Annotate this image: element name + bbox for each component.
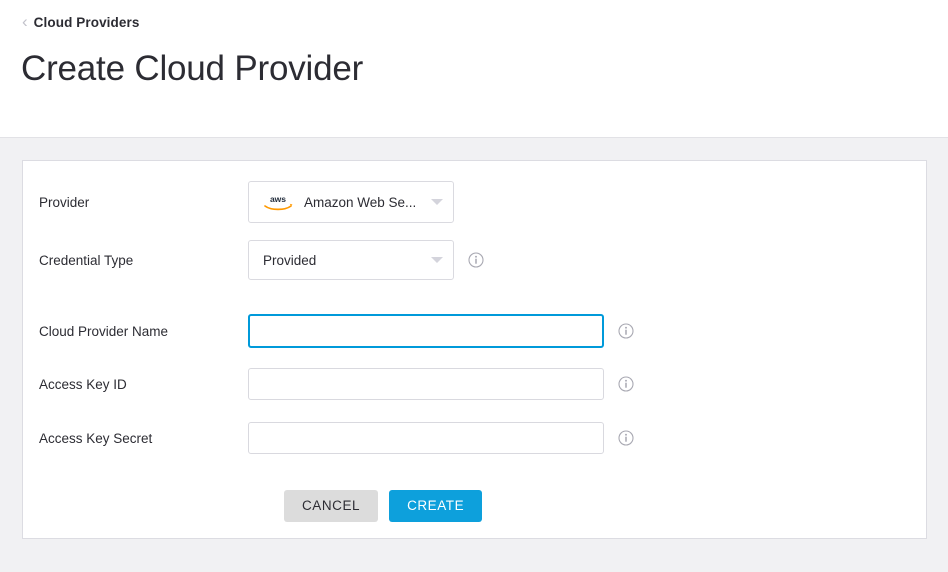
label-cloud-provider-name: Cloud Provider Name [39, 323, 169, 339]
form-row-cloud-provider-name: Cloud Provider Name [23, 314, 926, 348]
credential-type-select-value: Provided [263, 252, 317, 268]
chevron-down-icon [431, 199, 443, 205]
info-circle-icon[interactable] [618, 376, 634, 392]
access-key-id-control [248, 368, 634, 400]
page-header: ‹ Cloud Providers Create Cloud Provider [0, 0, 948, 138]
credential-type-select[interactable]: Provided [248, 240, 454, 280]
svg-text:aws: aws [270, 194, 286, 204]
provider-select-value: Amazon Web Se... [304, 194, 417, 210]
create-cloud-provider-card: Provider aws Amazon Web Se... Credential… [22, 160, 927, 539]
cloud-provider-name-control [248, 314, 634, 348]
breadcrumb-link-cloud-providers[interactable]: Cloud Providers [34, 15, 140, 30]
breadcrumb: ‹ Cloud Providers [0, 0, 948, 33]
label-provider: Provider [39, 194, 90, 210]
access-key-secret-input[interactable] [248, 422, 604, 454]
provider-select[interactable]: aws Amazon Web Se... [248, 181, 454, 223]
access-key-id-input[interactable] [248, 368, 604, 400]
create-button[interactable]: CREATE [389, 490, 483, 522]
form-row-access-key-secret: Access Key Secret [23, 422, 926, 454]
info-circle-icon[interactable] [618, 323, 634, 339]
form-row-provider: Provider aws Amazon Web Se... [23, 181, 926, 223]
provider-control: aws Amazon Web Se... [248, 181, 454, 223]
cloud-provider-name-input[interactable] [248, 314, 604, 348]
label-access-key-id: Access Key ID [39, 376, 127, 392]
info-circle-icon[interactable] [468, 252, 484, 268]
cancel-button[interactable]: CANCEL [284, 490, 379, 522]
form-actions: CANCEL CREATE [284, 490, 483, 522]
info-circle-icon[interactable] [618, 430, 634, 446]
form-row-credential-type: Credential Type Provided [23, 240, 926, 280]
chevron-down-icon [431, 257, 443, 263]
page-title: Create Cloud Provider [21, 49, 364, 88]
form-row-access-key-id: Access Key ID [23, 368, 926, 400]
credential-type-control: Provided [248, 240, 484, 280]
label-access-key-secret: Access Key Secret [39, 430, 153, 446]
label-credential-type: Credential Type [39, 252, 134, 268]
access-key-secret-control [248, 422, 634, 454]
chevron-left-icon: ‹ [22, 11, 28, 31]
aws-logo: aws [264, 194, 293, 211]
